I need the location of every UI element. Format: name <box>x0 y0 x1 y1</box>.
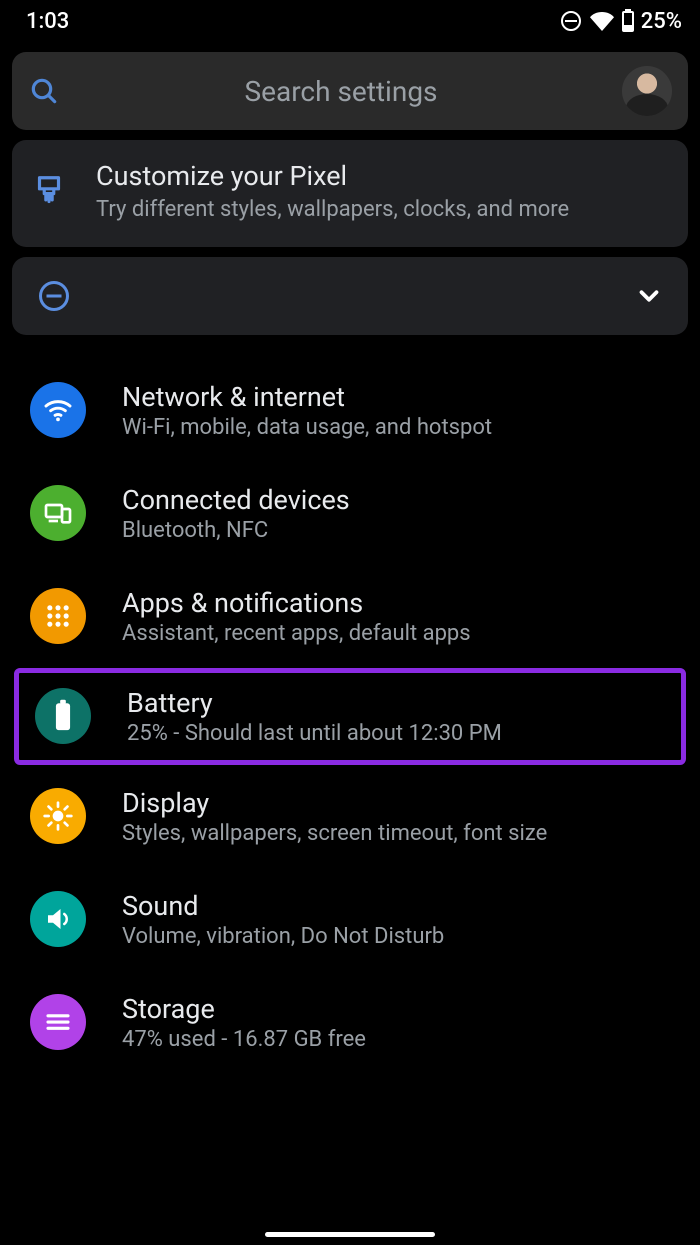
wifi-icon <box>30 382 86 438</box>
item-subtitle: Wi-Fi, mobile, data usage, and hotspot <box>122 415 492 440</box>
settings-list: Network & internet Wi-Fi, mobile, data u… <box>0 359 700 1074</box>
search-icon <box>28 75 60 107</box>
highlighted-item: Battery 25% - Should last until about 12… <box>14 668 686 765</box>
battery-icon <box>35 688 91 744</box>
settings-item-storage[interactable]: Storage 47% used - 16.87 GB free <box>0 971 700 1074</box>
storage-icon <box>30 994 86 1050</box>
chevron-down-icon <box>634 281 664 311</box>
settings-item-network[interactable]: Network & internet Wi-Fi, mobile, data u… <box>0 359 700 462</box>
minus-circle-icon <box>36 278 72 314</box>
apps-icon <box>30 588 86 644</box>
item-subtitle: Bluetooth, NFC <box>122 518 350 543</box>
settings-item-connected-devices[interactable]: Connected devices Bluetooth, NFC <box>0 462 700 565</box>
settings-item-apps[interactable]: Apps & notifications Assistant, recent a… <box>0 565 700 668</box>
status-right: 25% <box>559 9 682 34</box>
search-bar[interactable]: Search settings <box>12 52 688 130</box>
item-subtitle: 25% - Should last until about 12:30 PM <box>127 721 502 746</box>
item-title: Network & internet <box>122 381 492 413</box>
item-subtitle: Styles, wallpapers, screen timeout, font… <box>122 821 547 846</box>
nav-handle[interactable] <box>265 1232 435 1237</box>
item-title: Sound <box>122 890 444 922</box>
item-title: Battery <box>127 687 502 719</box>
item-subtitle: Volume, vibration, Do Not Disturb <box>122 924 444 949</box>
display-icon <box>30 788 86 844</box>
item-title: Storage <box>122 993 366 1025</box>
dnd-icon <box>559 9 583 33</box>
item-subtitle: Assistant, recent apps, default apps <box>122 621 471 646</box>
collapsible-section[interactable] <box>12 257 688 335</box>
search-placeholder: Search settings <box>78 75 604 108</box>
settings-item-display[interactable]: Display Styles, wallpapers, screen timeo… <box>0 765 700 868</box>
status-battery-text: 25% <box>641 9 682 34</box>
item-subtitle: 47% used - 16.87 GB free <box>122 1027 366 1052</box>
settings-item-battery[interactable]: Battery 25% - Should last until about 12… <box>31 687 669 746</box>
wifi-icon <box>589 9 615 33</box>
battery-icon <box>621 9 635 33</box>
sound-icon <box>30 891 86 947</box>
item-title: Connected devices <box>122 484 350 516</box>
profile-avatar[interactable] <box>622 66 672 116</box>
status-time: 1:03 <box>26 9 69 34</box>
item-title: Display <box>122 787 547 819</box>
customize-title: Customize your Pixel <box>96 160 569 192</box>
status-bar: 1:03 25% <box>0 0 700 42</box>
customize-pixel-card[interactable]: Customize your Pixel Try different style… <box>12 140 688 247</box>
devices-icon <box>30 485 86 541</box>
brush-icon <box>30 173 68 211</box>
item-title: Apps & notifications <box>122 587 471 619</box>
settings-item-sound[interactable]: Sound Volume, vibration, Do Not Disturb <box>0 868 700 971</box>
customize-subtitle: Try different styles, wallpapers, clocks… <box>96 196 569 225</box>
